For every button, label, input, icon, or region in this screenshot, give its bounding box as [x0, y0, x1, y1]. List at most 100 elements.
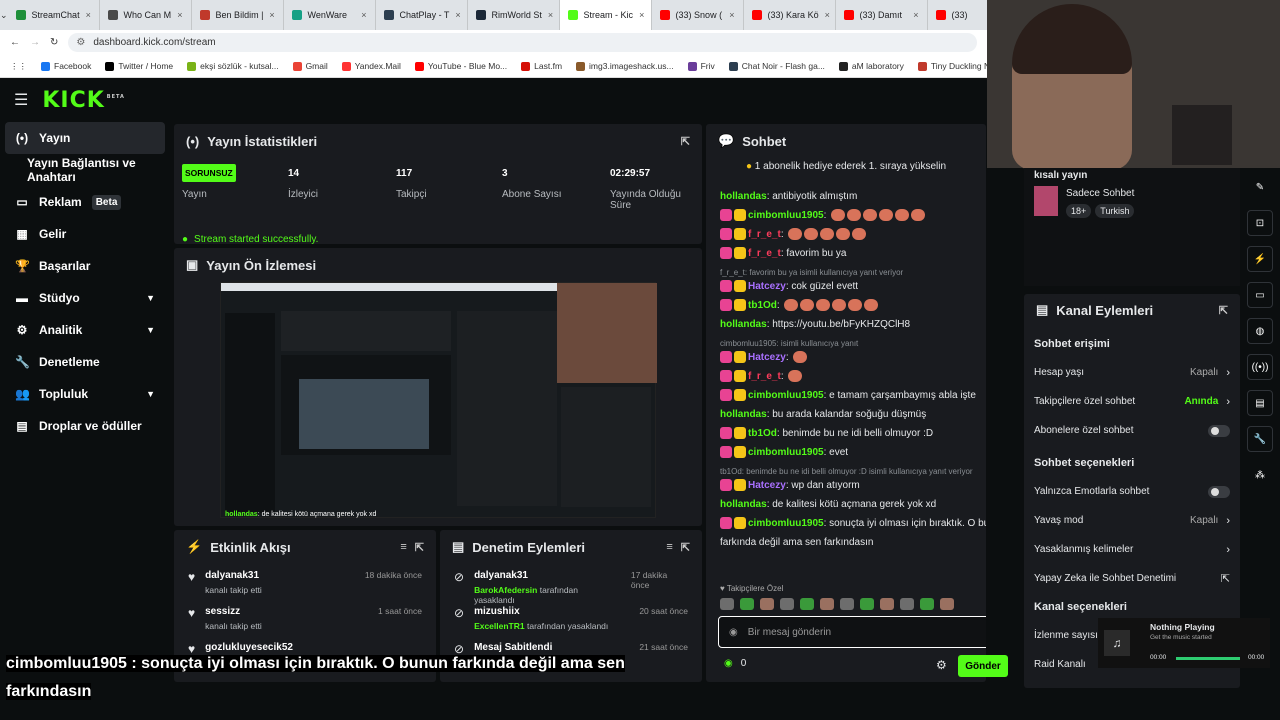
- emote-icon[interactable]: [840, 598, 854, 610]
- browser-tab[interactable]: (33) Damıt ×: [836, 0, 928, 30]
- settings-gear-icon[interactable]: ⚙: [936, 658, 947, 672]
- forward-icon[interactable]: →: [30, 37, 40, 48]
- browser-tab[interactable]: Stream - Kic ×: [559, 0, 652, 30]
- emote-icon[interactable]: [740, 598, 754, 610]
- setting-row[interactable]: Yalnızca Emotlarla sohbet: [1024, 477, 1240, 506]
- chevron-down-icon[interactable]: ▼: [146, 325, 155, 335]
- sidebar-item[interactable]: ▤ Droplar ve ödüller: [5, 410, 165, 442]
- sidebar-item[interactable]: 🔧 Denetleme: [5, 346, 165, 378]
- close-icon[interactable]: ×: [639, 10, 644, 20]
- setting-row[interactable]: Yasaklanmış kelimeler ›: [1024, 535, 1240, 564]
- url-field[interactable]: ⚙ dashboard.kick.com/stream: [68, 33, 977, 52]
- chat-username[interactable]: f_r_e_t: [748, 371, 781, 382]
- toggle-switch[interactable]: [1208, 485, 1230, 498]
- bookmark[interactable]: Gmail: [292, 61, 328, 71]
- emote-icon[interactable]: [940, 598, 954, 610]
- apps-icon[interactable]: ⁂: [1247, 462, 1273, 488]
- chat-username[interactable]: hollandas: [720, 499, 767, 510]
- chevron-down-icon[interactable]: ▼: [146, 389, 155, 399]
- emote-icon[interactable]: [760, 598, 774, 610]
- setting-row[interactable]: Takipçilere özel sohbet Anında ›: [1024, 387, 1240, 416]
- moderator-name[interactable]: ExcellenTR1: [474, 621, 525, 631]
- sidebar-item[interactable]: ⚙ Analitik ▼: [5, 314, 165, 346]
- category-name[interactable]: Sadece Sohbet: [1066, 188, 1134, 199]
- activity-user[interactable]: sessizz: [205, 606, 262, 617]
- site-info-icon[interactable]: ⚙: [76, 37, 85, 48]
- kick-logo[interactable]: KICK BETA: [42, 88, 125, 113]
- tag-age[interactable]: 18+: [1066, 204, 1092, 218]
- music-progress[interactable]: [1176, 657, 1240, 660]
- emote-icon[interactable]: [920, 598, 934, 610]
- browser-tab[interactable]: Ben Bildim | ×: [192, 0, 284, 30]
- setting-row[interactable]: Abonelere özel sohbet: [1024, 416, 1240, 445]
- tag-language[interactable]: Turkish: [1095, 204, 1135, 218]
- bookmark[interactable]: Yandex.Mail: [341, 61, 401, 71]
- setting-row[interactable]: Hesap yaşı Kapalı ›: [1024, 358, 1240, 387]
- chevron-right-icon[interactable]: ›: [1226, 396, 1230, 408]
- toggle-switch[interactable]: [1208, 424, 1230, 437]
- chat-username[interactable]: Hatcezy: [748, 281, 786, 292]
- expand-icon[interactable]: ⇱: [1219, 304, 1228, 317]
- emote-icon[interactable]: [780, 598, 794, 610]
- setting-row[interactable]: Yavaş mod Kapalı ›: [1024, 506, 1240, 535]
- moderation-target[interactable]: dalyanak31: [474, 570, 621, 581]
- chat-username[interactable]: cimbomluu1905: [748, 447, 824, 458]
- close-icon[interactable]: ×: [86, 10, 91, 20]
- browser-tab[interactable]: WenWare ×: [284, 0, 376, 30]
- bookmark[interactable]: YouTube - Blue Mo...: [414, 61, 507, 71]
- chevron-down-icon[interactable]: ▼: [146, 293, 155, 303]
- browser-tab[interactable]: Who Can M ×: [100, 0, 192, 30]
- chat-username[interactable]: Hatcezy: [748, 480, 786, 491]
- bookmark[interactable]: Friv: [687, 61, 715, 71]
- tab-search-icon[interactable]: ⌄: [0, 0, 8, 30]
- moderator-name[interactable]: BarokAfedersin: [474, 585, 537, 595]
- close-icon[interactable]: ×: [177, 10, 182, 20]
- wrench-icon[interactable]: 🔧: [1247, 426, 1273, 452]
- bookmark[interactable]: Chat Noir - Flash ga...: [728, 61, 825, 71]
- reload-icon[interactable]: ↻: [50, 37, 58, 48]
- close-icon[interactable]: ×: [913, 10, 918, 20]
- chevron-right-icon[interactable]: ›: [1226, 367, 1230, 379]
- message-input[interactable]: ◉ Bir mesaj gönderin ☺: [718, 616, 986, 648]
- moderation-target[interactable]: mizushiix: [474, 606, 608, 617]
- close-icon[interactable]: ×: [455, 10, 460, 20]
- setting-row[interactable]: Yapay Zeka ile Sohbet Denetimi ⇱: [1024, 564, 1240, 593]
- chat-username[interactable]: Hatcezy: [748, 352, 786, 363]
- emote-icon[interactable]: [860, 598, 874, 610]
- browser-tab[interactable]: StreamChat ×: [8, 0, 100, 30]
- back-icon[interactable]: ←: [10, 37, 20, 48]
- chat-username[interactable]: cimbomluu1905: [748, 390, 824, 401]
- sidebar-item[interactable]: ▬ Stüdyo ▼: [5, 282, 165, 314]
- sidebar-item[interactable]: ▭ Reklam Beta: [5, 186, 165, 218]
- broadcast-icon[interactable]: ((•)): [1247, 354, 1273, 380]
- close-icon[interactable]: ×: [729, 10, 734, 20]
- browser-tab[interactable]: RimWorld St ×: [468, 0, 560, 30]
- emote-icon[interactable]: [720, 598, 734, 610]
- menu-icon[interactable]: ☰: [14, 90, 28, 110]
- browser-tab[interactable]: (33)×: [928, 0, 987, 30]
- preview-video[interactable]: hollandas: de kalitesi kötü açmana gerek…: [220, 282, 657, 518]
- bookmark[interactable]: img3.imageshack.us...: [576, 61, 674, 71]
- pencil-icon[interactable]: ✎: [1247, 174, 1273, 200]
- expand-icon[interactable]: ⇱: [415, 541, 424, 554]
- chat-username[interactable]: cimbomluu1905: [748, 210, 824, 221]
- sidebar-item[interactable]: (•) Yayın: [5, 122, 165, 154]
- bookmark[interactable]: Twitter / Home: [105, 61, 173, 71]
- chat-bubble-icon[interactable]: ◍: [1247, 318, 1273, 344]
- sidebar-item[interactable]: ▦ Gelir: [5, 218, 165, 250]
- emote-icon[interactable]: [880, 598, 894, 610]
- browser-tab[interactable]: (33) Snow (×: [652, 0, 744, 30]
- browser-tab[interactable]: (33) Kara Kö ×: [744, 0, 836, 30]
- external-link-icon[interactable]: ⇱: [1221, 572, 1230, 585]
- expand-icon[interactable]: ⇱: [681, 135, 690, 148]
- sidebar-item[interactable]: Yayın Bağlantısı ve Anahtarı: [5, 154, 165, 186]
- clipboard-icon[interactable]: ▭: [1247, 282, 1273, 308]
- sidebar-item[interactable]: 🏆 Başarılar: [5, 250, 165, 282]
- emote-icon[interactable]: [820, 598, 834, 610]
- sidebar-item[interactable]: 👥 Topluluk ▼: [5, 378, 165, 410]
- bookmark[interactable]: Tiny Duckling Neckl...: [917, 61, 987, 71]
- chat-username[interactable]: tb1Od: [748, 428, 777, 439]
- filter-icon[interactable]: ≡: [400, 541, 406, 553]
- filter-icon[interactable]: ≡: [666, 541, 672, 553]
- chat-username[interactable]: hollandas: [720, 191, 767, 202]
